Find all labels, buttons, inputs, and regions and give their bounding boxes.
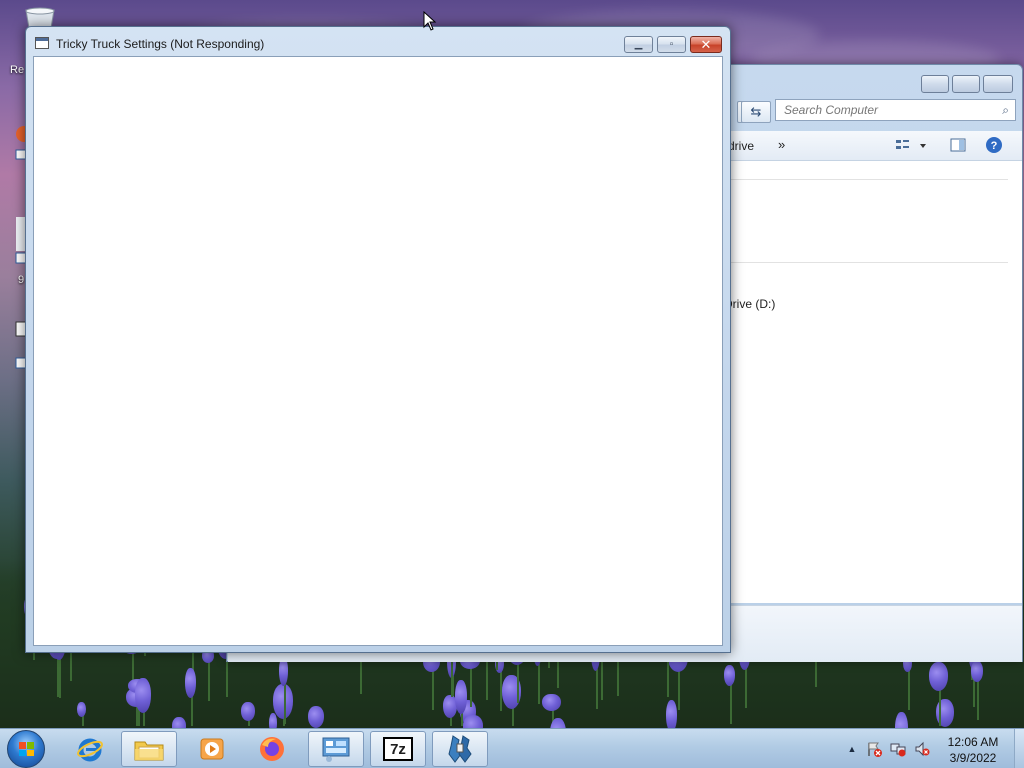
explorer-minimize-button[interactable] [921, 75, 949, 93]
start-button[interactable] [7, 730, 45, 768]
taskbar-media-player[interactable] [184, 731, 240, 767]
flower-stem [431, 670, 434, 710]
flower-stem [938, 689, 941, 726]
taskbar-firefox[interactable] [244, 731, 300, 767]
dvd-drive-item[interactable]: Drive (D:) [724, 297, 775, 311]
flower-stem [225, 657, 228, 697]
flower [542, 694, 561, 711]
flower-stem [537, 664, 540, 704]
taskbar: 7z ▲ 12:06 AM 3/9/2022 [0, 728, 1024, 768]
flower [666, 700, 677, 728]
flower [172, 717, 186, 728]
flower-stem [59, 658, 61, 698]
flower-stem [143, 711, 145, 726]
action-center-icon[interactable] [866, 741, 882, 757]
system-clock[interactable]: 12:06 AM 3/9/2022 [936, 734, 1010, 766]
close-icon: ✕ [700, 36, 712, 52]
flower-stem [517, 663, 519, 703]
flower [463, 715, 483, 728]
flower-stem [678, 670, 680, 710]
show-desktop-button[interactable] [1014, 729, 1024, 768]
map-drive-button[interactable]: drive [728, 139, 754, 153]
maximize-button[interactable]: ▫ [657, 36, 686, 53]
flower [185, 668, 196, 698]
network-icon[interactable] [890, 741, 906, 757]
flower-stem [617, 656, 619, 696]
flower-stem [600, 660, 603, 700]
window-title: Tricky Truck Settings (Not Responding) [56, 37, 265, 51]
view-options-button[interactable] [896, 138, 926, 154]
flower-stem [977, 680, 979, 720]
7-zip-icon: 7z [383, 737, 413, 761]
flower [241, 702, 255, 721]
view-icon [896, 140, 926, 149]
flower-stem [208, 661, 210, 701]
windows-logo-icon [19, 742, 34, 756]
flower [929, 662, 948, 691]
close-button[interactable]: ✕ [690, 36, 722, 53]
svg-text:?: ? [991, 140, 998, 152]
firefox-icon [260, 737, 284, 761]
maximize-icon: ▫ [669, 39, 674, 50]
mouse-cursor-icon [423, 11, 437, 31]
clock-date: 3/9/2022 [949, 751, 997, 765]
search-placeholder: Search Computer [784, 103, 879, 117]
show-hidden-icons-button[interactable]: ▲ [844, 741, 860, 757]
search-input[interactable]: Search Computer ⌕ [775, 99, 1016, 121]
preview-pane-button[interactable] [950, 137, 966, 153]
flower-stem [511, 707, 514, 726]
flower [724, 665, 735, 686]
minimize-icon: ▁ [634, 39, 643, 50]
flower-stem [667, 657, 669, 697]
flower-stem [450, 657, 453, 697]
flower-stem [470, 667, 472, 707]
explorer-close-button[interactable] [983, 75, 1013, 93]
app-window-icon [35, 37, 49, 49]
flower-stem [190, 696, 193, 726]
taskbar-control-panel[interactable] [308, 731, 364, 767]
flower [455, 680, 467, 714]
preview-pane-icon [950, 138, 966, 152]
flower-stem [729, 684, 732, 724]
divider [728, 179, 1008, 180]
recycle-bin-label: Re [10, 64, 25, 76]
help-icon: ? [986, 137, 1002, 153]
more-commands-button[interactable]: » [778, 137, 785, 152]
taskbar-7-zip[interactable]: 7z [370, 731, 426, 767]
volume-muted-icon[interactable] [914, 741, 930, 757]
tricky-truck-settings-window[interactable]: Tricky Truck Settings (Not Responding) ▁… [25, 26, 731, 653]
minimize-button[interactable]: ▁ [624, 36, 653, 53]
flower [971, 661, 983, 682]
flower-stem [744, 668, 747, 708]
refresh-button[interactable]: ⇆ [741, 101, 771, 123]
flower-stem [283, 684, 286, 724]
taskbar-internet-explorer[interactable] [62, 731, 118, 767]
taskbar-windows-explorer[interactable] [121, 731, 177, 767]
explorer-maximize-button[interactable] [952, 75, 980, 93]
control-panel-icon [322, 737, 350, 762]
flower-stem [907, 670, 910, 710]
internet-explorer-icon [77, 738, 103, 762]
media-player-icon [200, 738, 224, 760]
help-button[interactable]: ? [985, 136, 1003, 154]
refresh-icon: ⇆ [750, 104, 762, 119]
taskbar-tricky-truck[interactable] [432, 731, 488, 767]
tricky-truck-icon [448, 735, 472, 763]
folder-icon [134, 741, 164, 761]
divider [728, 262, 1008, 263]
flower [308, 706, 324, 728]
search-icon[interactable]: ⌕ [1002, 103, 1009, 118]
flower [135, 678, 151, 713]
flower-stem [486, 660, 488, 700]
desktop-shortcut-label: 9 [18, 274, 25, 286]
window-client-area[interactable] [33, 56, 723, 646]
flower [77, 702, 86, 717]
clock-time: 12:06 AM [947, 735, 999, 749]
flower-stem [595, 669, 598, 709]
flower [269, 713, 277, 728]
